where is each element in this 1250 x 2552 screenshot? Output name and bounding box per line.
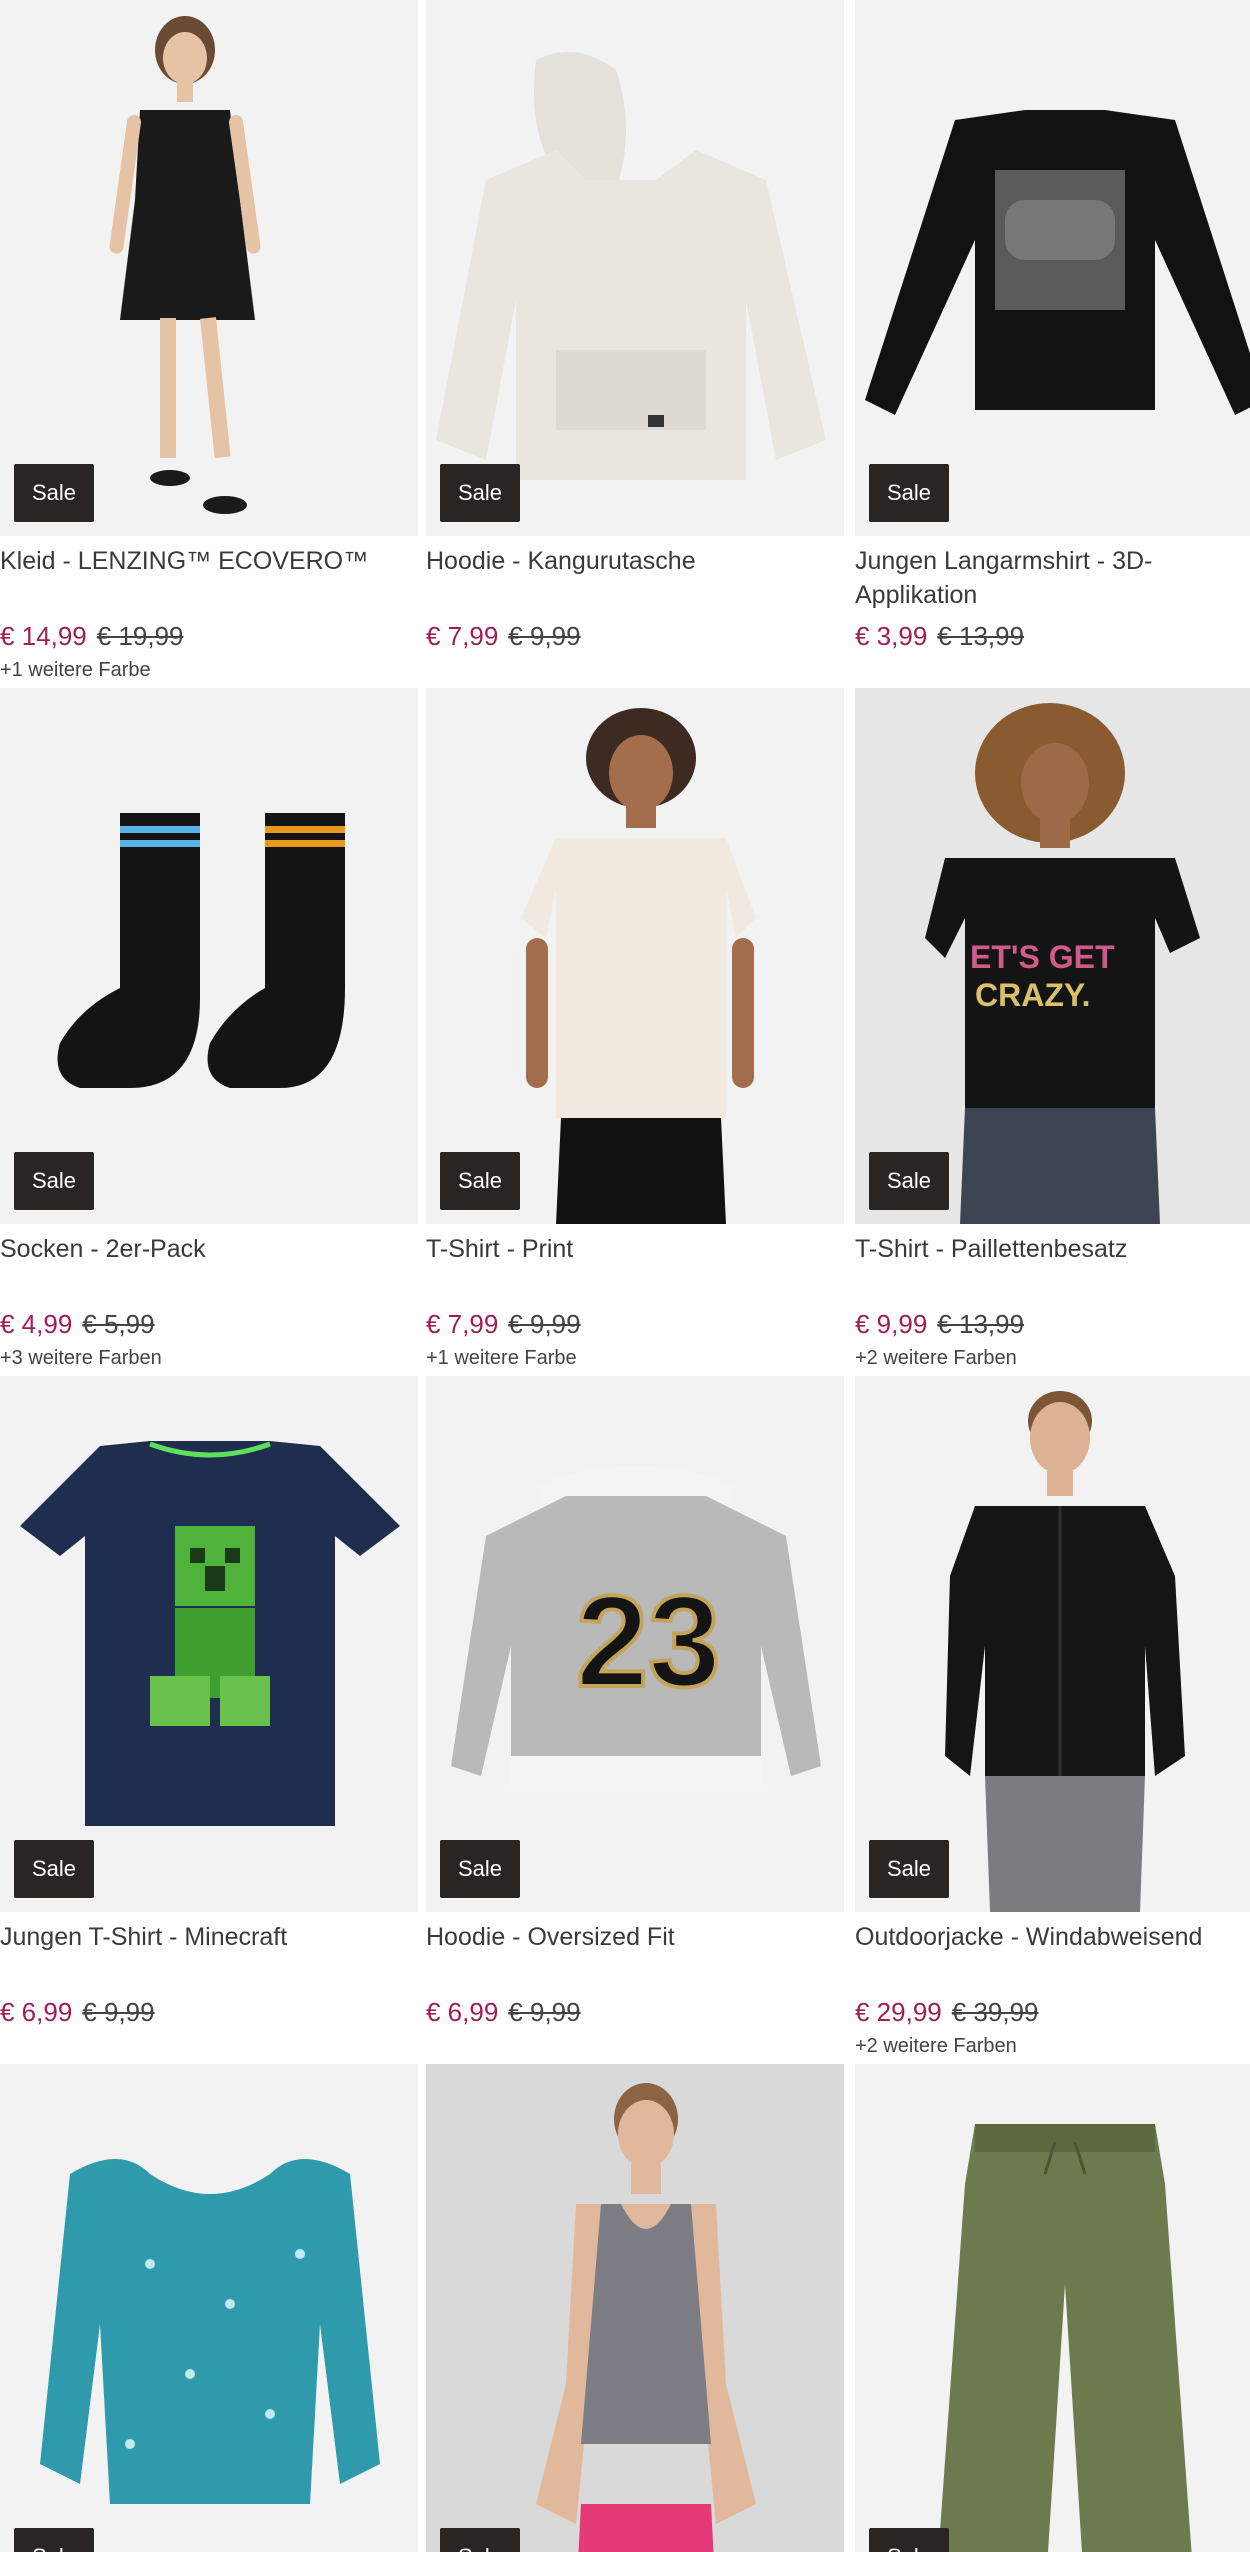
product-image[interactable]: Sale — [0, 1376, 418, 1912]
product-card[interactable]: Sale Jungen T-Shirt - Minecraft € 6,99 € … — [0, 1376, 418, 2031]
product-card[interactable]: 23 Sale Hoodie - Oversized Fit € 6,99 € 9… — [426, 1376, 844, 2031]
product-prices: € 6,99 € 9,99 — [426, 1995, 844, 2029]
sale-price: € 4,99 — [0, 1309, 73, 1339]
svg-text:CRAZY.: CRAZY. — [975, 977, 1091, 1013]
product-prices: € 3,99 € 13,99 — [855, 619, 1250, 653]
product-image[interactable]: Sale — [426, 2064, 844, 2552]
product-card[interactable]: ET'S GET CRAZY. Sale T-Shirt - Paillette… — [855, 688, 1250, 1373]
product-image[interactable]: Sale — [855, 1376, 1250, 1912]
original-price: € 9,99 — [508, 1997, 581, 2027]
original-price: € 39,99 — [951, 1997, 1039, 2027]
sale-badge: Sale — [440, 1840, 520, 1898]
product-prices: € 7,99 € 9,99 — [426, 619, 844, 653]
product-image[interactable]: Sale — [426, 688, 844, 1224]
product-grid: Sale Kleid - LENZING™ ECOVERO™ € 14,99 € … — [0, 0, 1250, 2552]
hoodie-image — [436, 52, 826, 480]
sale-badge: Sale — [869, 1152, 949, 1210]
product-title[interactable]: Hoodie - Oversized Fit — [426, 1920, 844, 1988]
product-card[interactable]: Sale Outdoorjacke - Windabweisend € 29,9… — [855, 1376, 1250, 2061]
sale-badge: Sale — [14, 1152, 94, 1210]
product-prices: € 14,99 € 19,99 — [0, 619, 418, 653]
sale-badge: Sale — [869, 2528, 949, 2552]
product-title[interactable]: Hoodie - Kangurutasche — [426, 544, 844, 612]
product-card[interactable]: Sale — [426, 2064, 844, 2552]
original-price: € 9,99 — [508, 621, 581, 651]
product-image[interactable]: Sale — [0, 2064, 418, 2552]
sale-price: € 6,99 — [426, 1997, 499, 2027]
socks-image — [57, 813, 345, 1088]
product-card[interactable]: Sale Hoodie - Kangurutasche € 7,99 € 9,99 — [426, 0, 844, 655]
product-title[interactable]: Socken - 2er-Pack — [0, 1232, 418, 1300]
original-price: € 9,99 — [82, 1997, 155, 2027]
svg-text:ET'S GET: ET'S GET — [970, 939, 1115, 975]
jacket-model-image — [945, 1391, 1185, 1912]
more-colors-label[interactable]: +2 weitere Farben — [855, 2031, 1250, 2061]
product-image[interactable]: Sale — [0, 0, 418, 536]
sale-price: € 7,99 — [426, 1309, 499, 1339]
product-image[interactable]: Sale — [426, 0, 844, 536]
longsleeve-image — [865, 110, 1250, 415]
more-colors-label[interactable]: +1 weitere Farbe — [0, 655, 418, 685]
sale-badge: Sale — [14, 1840, 94, 1898]
product-prices: € 9,99 € 13,99 — [855, 1307, 1250, 1341]
product-card[interactable]: Sale T-Shirt - Print € 7,99 € 9,99 +1 wei… — [426, 688, 844, 1373]
product-image[interactable]: Sale — [855, 2064, 1250, 2552]
product-prices: € 29,99 € 39,99 — [855, 1995, 1250, 2029]
product-card[interactable]: Sale Kleid - LENZING™ ECOVERO™ € 14,99 € … — [0, 0, 418, 685]
product-card[interactable]: Sale Socken - 2er-Pack € 4,99 € 5,99 +3 w… — [0, 688, 418, 1373]
minecraft-tshirt-image — [20, 1441, 400, 1826]
original-price: € 9,99 — [508, 1309, 581, 1339]
original-price: € 13,99 — [937, 621, 1025, 651]
sale-price: € 7,99 — [426, 621, 499, 651]
more-colors-label[interactable]: +1 weitere Farbe — [426, 1343, 844, 1373]
product-prices: € 7,99 € 9,99 — [426, 1307, 844, 1341]
sale-price: € 9,99 — [855, 1309, 928, 1339]
product-prices: € 6,99 € 9,99 — [0, 1995, 418, 2029]
sale-price: € 3,99 — [855, 621, 928, 651]
sale-badge: Sale — [14, 2528, 94, 2552]
sale-badge: Sale — [440, 464, 520, 522]
product-card[interactable]: Sale Jungen Langarmshirt - 3D-Applikatio… — [855, 0, 1250, 655]
trousers-image — [938, 2124, 1192, 2552]
more-colors-label[interactable]: +3 weitere Farben — [0, 1343, 418, 1373]
sale-badge: Sale — [14, 464, 94, 522]
product-card[interactable]: Sale — [855, 2064, 1250, 2552]
sale-price: € 29,99 — [855, 1997, 942, 2027]
dress-model-image — [109, 16, 261, 514]
product-title[interactable]: Jungen T-Shirt - Minecraft — [0, 1920, 418, 1988]
sale-badge: Sale — [869, 464, 949, 522]
product-card[interactable]: Sale — [0, 2064, 418, 2552]
sale-badge: Sale — [440, 1152, 520, 1210]
product-image[interactable]: Sale — [855, 0, 1250, 536]
floral-blouse-image — [40, 2159, 380, 2504]
more-colors-label[interactable]: +2 weitere Farben — [855, 1343, 1250, 1373]
sale-price: € 14,99 — [0, 621, 87, 651]
svg-text:23: 23 — [576, 1568, 721, 1714]
original-price: € 13,99 — [937, 1309, 1025, 1339]
product-title[interactable]: Jungen Langarmshirt - 3D-Applikation — [855, 544, 1250, 612]
product-title[interactable]: T-Shirt - Print — [426, 1232, 844, 1300]
original-price: € 19,99 — [96, 621, 184, 651]
product-title[interactable]: T-Shirt - Paillettenbesatz — [855, 1232, 1250, 1300]
sequin-tshirt-model-image: ET'S GET CRAZY. — [925, 703, 1200, 1224]
original-price: € 5,99 — [82, 1309, 155, 1339]
sale-price: € 6,99 — [0, 1997, 73, 2027]
product-image[interactable]: 23 Sale — [426, 1376, 844, 1912]
product-title[interactable]: Kleid - LENZING™ ECOVERO™ — [0, 544, 418, 612]
tshirt-model-image — [521, 708, 756, 1224]
product-image[interactable]: ET'S GET CRAZY. Sale — [855, 688, 1250, 1224]
product-image[interactable]: Sale — [0, 688, 418, 1224]
hoodie-23-image: 23 — [451, 1466, 821, 1791]
sale-badge: Sale — [440, 2528, 520, 2552]
tanktop-model-image — [536, 2083, 756, 2552]
sale-badge: Sale — [869, 1840, 949, 1898]
product-prices: € 4,99 € 5,99 — [0, 1307, 418, 1341]
product-title[interactable]: Outdoorjacke - Windabweisend — [855, 1920, 1250, 1988]
